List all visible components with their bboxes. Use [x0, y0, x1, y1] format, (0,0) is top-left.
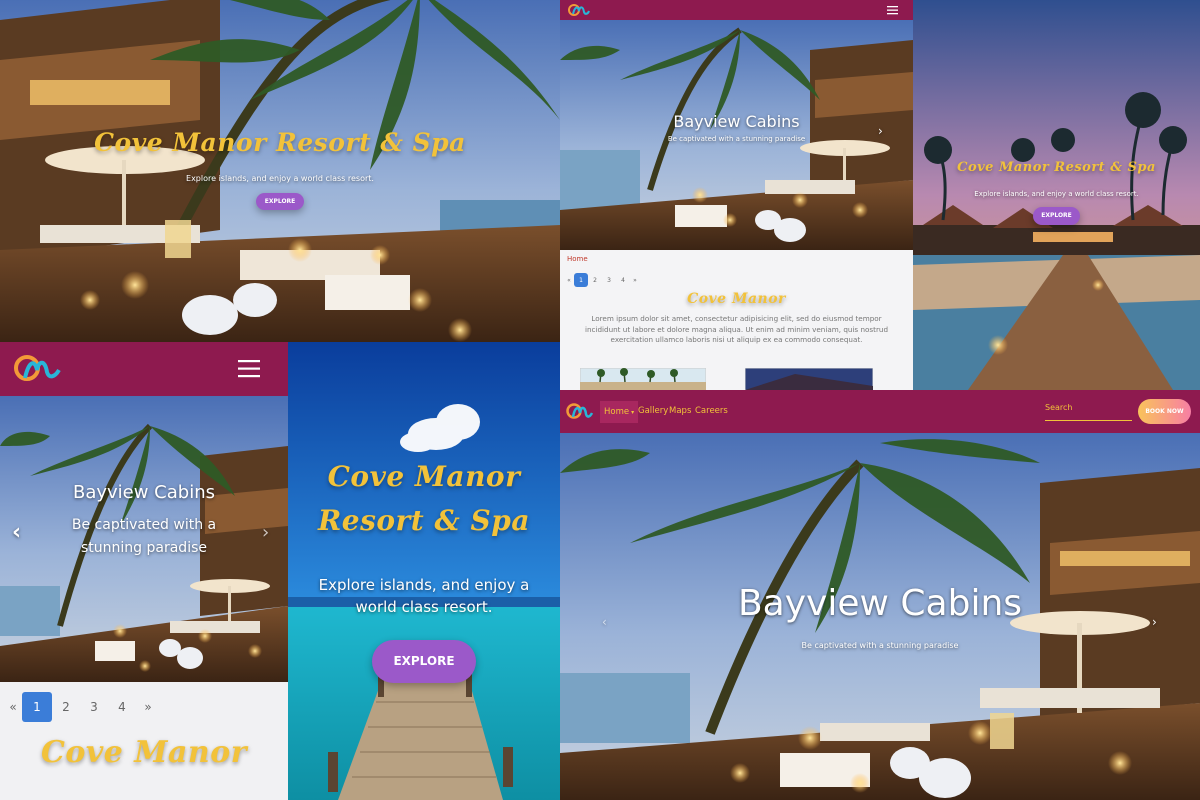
pagination-page-1[interactable]: 1	[22, 692, 52, 722]
tablet-navbar	[560, 0, 913, 20]
nav-item-home[interactable]: Home ▾	[600, 401, 639, 423]
carousel-subtitle: Be captivated with a stunning paradise	[667, 135, 806, 143]
caret-down-icon: ▾	[631, 408, 635, 416]
hero-title: Cove Manor Resort & Spa	[94, 128, 466, 157]
nav-item-careers[interactable]: Careers	[695, 406, 728, 416]
carousel: Bayview Cabins Be captivated with a stun…	[560, 20, 913, 250]
logo-icon[interactable]	[13, 352, 63, 384]
pagination-page-4[interactable]: 4	[108, 692, 136, 722]
logo-icon[interactable]	[567, 3, 591, 17]
section-title: Cove Manor	[40, 735, 248, 770]
nav-item-maps[interactable]: Maps	[669, 406, 691, 416]
pagination-next[interactable]: »	[136, 692, 160, 722]
carousel-title: Bayview Cabins	[72, 482, 215, 503]
resort-deck-photo	[0, 0, 560, 342]
hamburger-icon[interactable]	[238, 359, 260, 378]
pagination-page-1[interactable]: 1	[574, 273, 588, 287]
carousel-subtitle: Be captivated with a stunning paradise	[801, 641, 959, 650]
hero-subtitle: Explore islands, and enjoy a world class…	[318, 576, 530, 616]
book-now-button[interactable]: BOOK NOW	[1138, 399, 1191, 424]
pagination-prev[interactable]: «	[4, 692, 22, 722]
tablet-view-panel: Bayview Cabins Be captivated with a stun…	[560, 0, 913, 390]
phone-view-panel: Bayview Cabins Be captivated with a stun…	[0, 342, 288, 800]
desktop-navbar: Home ▾ Gallery Maps Careers Search BOOK …	[560, 390, 1200, 433]
hero-subtitle: Explore islands, and enjoy a world class…	[186, 174, 374, 183]
chevron-right-icon[interactable]: ›	[878, 124, 883, 138]
phone-navbar	[0, 342, 288, 396]
hero-subtitle: Explore islands, and enjoy a world class…	[974, 190, 1139, 198]
ocean-dock-photo	[288, 342, 560, 800]
hero-panel-desktop-wide: Cove Manor Resort & Spa Explore islands,…	[0, 0, 560, 342]
sunset-hero-panel: Cove Manor Resort & Spa Explore islands,…	[913, 0, 1200, 390]
breadcrumb[interactable]: Home	[567, 255, 588, 263]
gallery-thumb-beach[interactable]	[580, 368, 706, 390]
hero-title: Cove Manor Resort & Spa	[957, 160, 1156, 175]
carousel: Bayview Cabins Be captivated with a stun…	[0, 396, 288, 682]
chevron-right-icon[interactable]: ›	[262, 522, 269, 543]
pagination-page-3[interactable]: 3	[80, 692, 108, 722]
logo-icon[interactable]	[566, 401, 594, 421]
explore-button[interactable]: EXPLORE	[372, 640, 476, 683]
chevron-left-icon[interactable]: ‹	[602, 615, 607, 629]
section-body: Lorem ipsum dolor sit amet, consectetur …	[584, 314, 889, 344]
search-input[interactable]: Search	[1045, 403, 1132, 421]
explore-button[interactable]: EXPLORE	[1033, 207, 1080, 225]
pagination-page-2[interactable]: 2	[588, 273, 602, 287]
chevron-left-icon[interactable]: ‹	[12, 520, 21, 545]
chevron-right-icon[interactable]: ›	[1152, 615, 1157, 629]
pagination-page-2[interactable]: 2	[52, 692, 80, 722]
section-title: Cove Manor	[687, 291, 786, 307]
pagination-page-3[interactable]: 3	[602, 273, 616, 287]
gallery-thumb-mountain[interactable]	[745, 368, 873, 390]
dock-hero-panel: Cove Manor Resort & Spa Explore islands,…	[288, 342, 560, 800]
carousel-title: Bayview Cabins	[737, 583, 1023, 624]
pagination-next[interactable]: »	[630, 273, 640, 287]
carousel-subtitle: Be captivated with a stunning paradise	[71, 517, 217, 556]
carousel-title: Bayview Cabins	[673, 112, 800, 131]
explore-button[interactable]: EXPLORE	[256, 193, 304, 210]
hamburger-icon[interactable]	[887, 5, 898, 15]
hero-title: Cove Manor Resort & Spa	[318, 460, 530, 537]
carousel: Bayview Cabins Be captivated with a stun…	[560, 433, 1200, 800]
desktop-view-panel: Home ▾ Gallery Maps Careers Search BOOK …	[560, 390, 1200, 800]
nav-item-gallery[interactable]: Gallery	[638, 406, 668, 416]
pagination-prev[interactable]: «	[564, 273, 574, 287]
nav-item-label: Home	[604, 407, 630, 417]
pagination-page-4[interactable]: 4	[616, 273, 630, 287]
pagination: « 1 2 3 4 »	[4, 692, 160, 722]
pagination: « 1 2 3 4 »	[564, 273, 640, 287]
